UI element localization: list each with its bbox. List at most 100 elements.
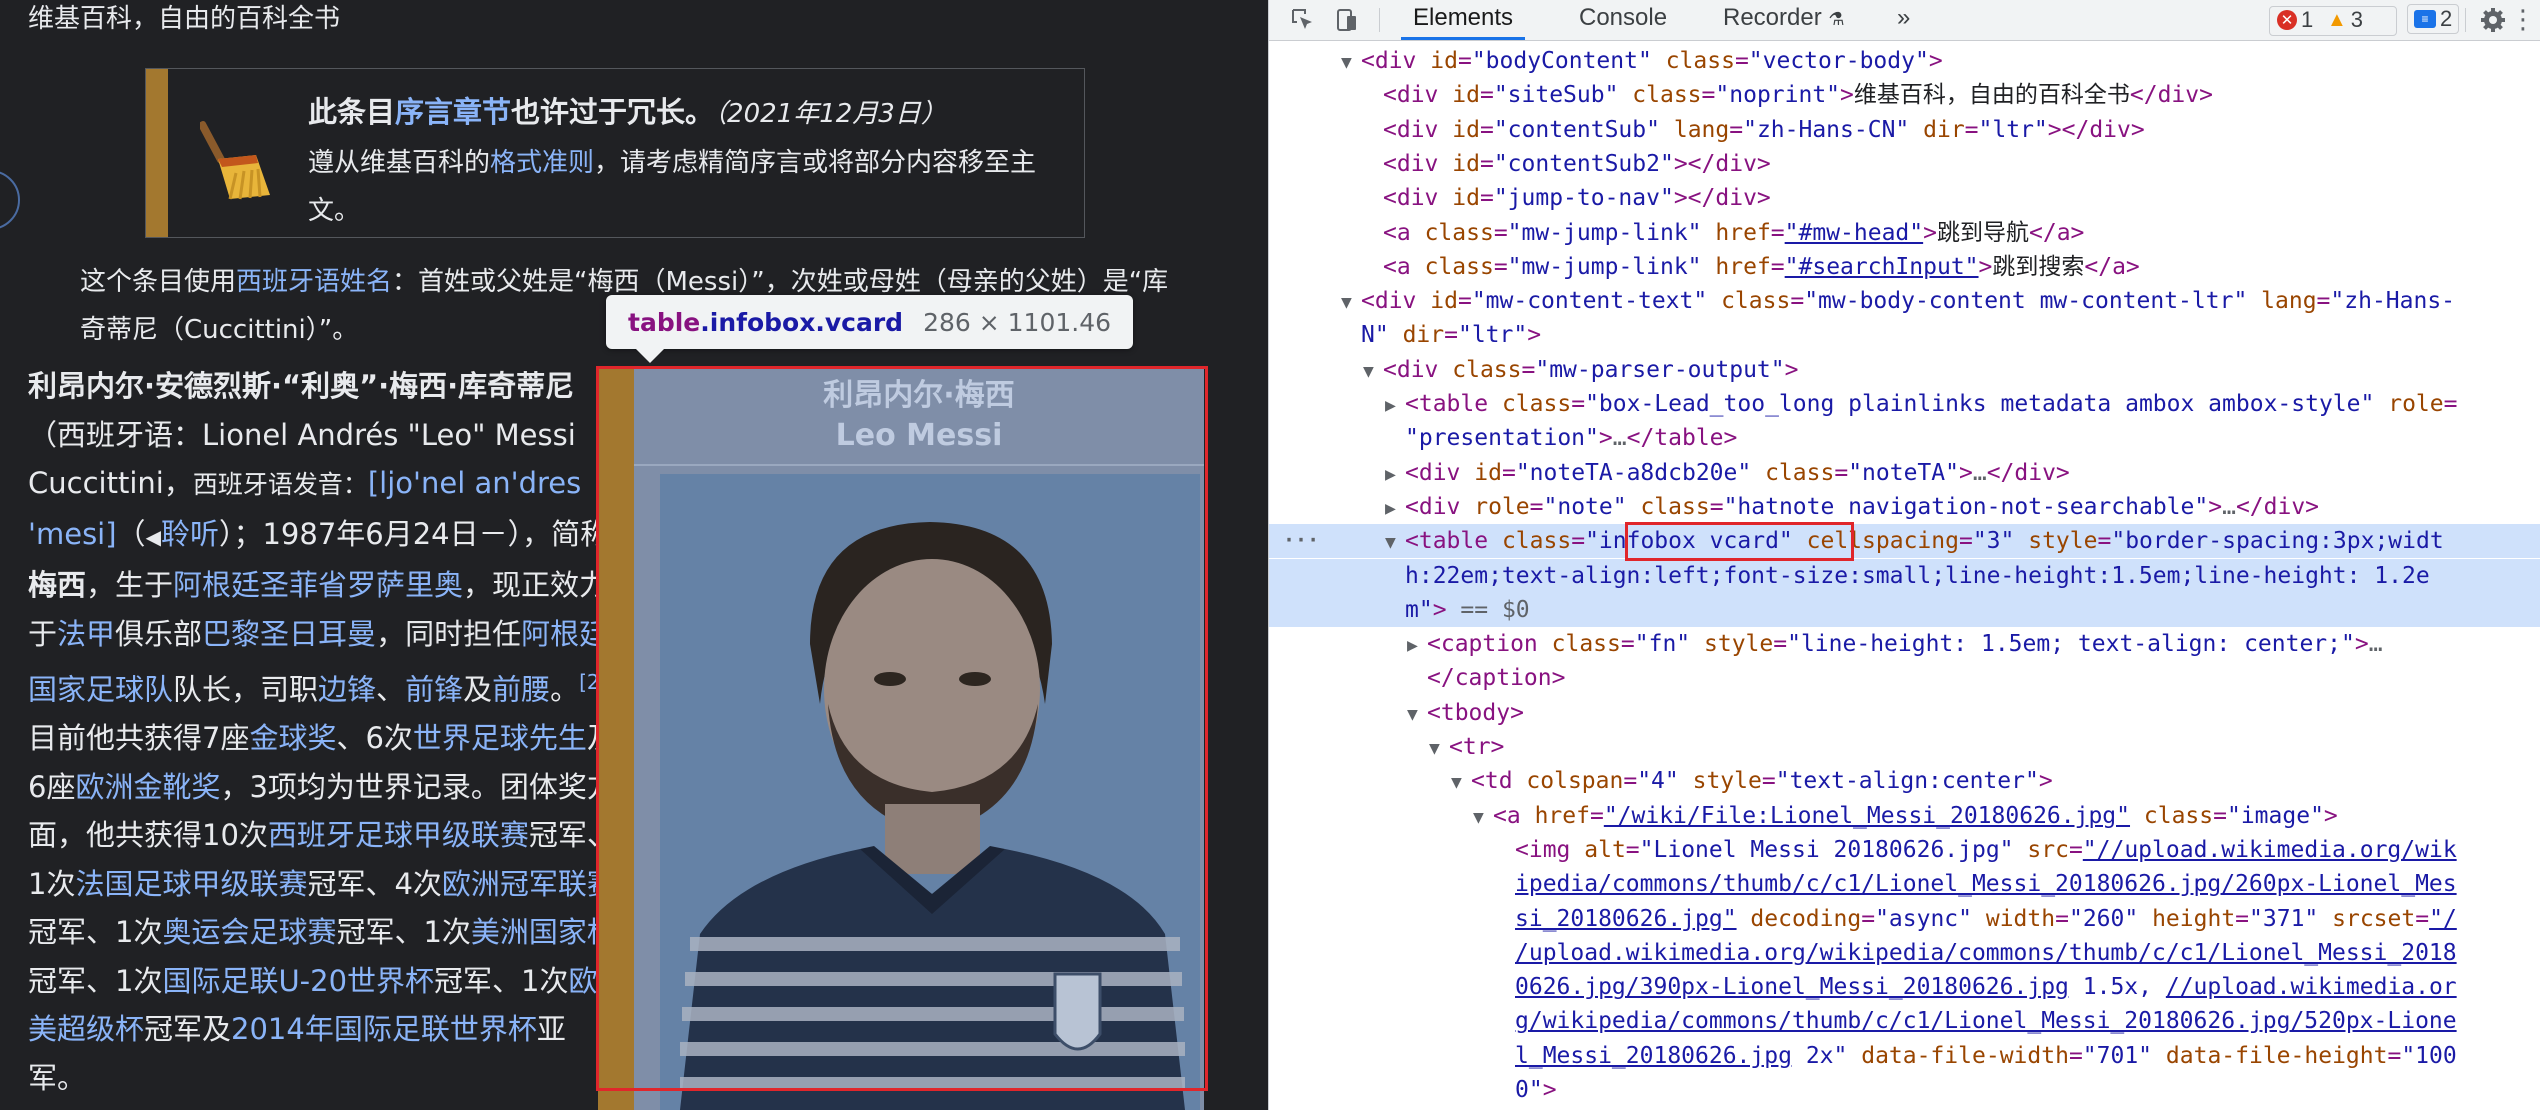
expand-arrow-icon[interactable]: ▶ <box>1385 458 1405 492</box>
dom-node-markup: <div role="note" class="hatnote navigati… <box>1405 493 2320 520</box>
ballon-dor-link[interactable]: 金球奖 <box>249 721 336 755</box>
dom-node-markup: 0626.jpg/390px-Lionel_Messi_20180626.jpg… <box>1515 974 2457 1001</box>
dom-node-row[interactable]: <div id="contentSub" lang="zh-Hans-CN" d… <box>1269 113 2540 147</box>
inspect-element-icon[interactable] <box>1287 4 1319 36</box>
dom-node-row[interactable]: l_Messi_20180626.jpg 2x" data-file-width… <box>1269 1039 2540 1073</box>
tab-elements[interactable]: Elements <box>1401 0 1526 40</box>
lead-text: 冠军、4次 <box>307 866 442 901</box>
dom-node-row[interactable]: "presentation">…</table> <box>1269 421 2540 455</box>
dom-tree[interactable]: ▼ <div id="bodyContent" class="vector-bod… <box>1269 40 2540 1110</box>
dom-node-row[interactable]: ▶ <div id="noteTA-a8dcb20e" class="noteTA… <box>1269 456 2540 490</box>
dom-node-markup: <caption class="fn" style="line-height: … <box>1427 631 2383 658</box>
collapse-arrow-icon[interactable]: ▼ <box>1451 766 1471 800</box>
dom-node-row[interactable]: <img alt="Lionel Messi 20180626.jpg" src… <box>1269 833 2540 867</box>
dom-node-markup: 0"> <box>1515 1077 1557 1103</box>
dom-node-markup: <tbody> <box>1427 699 1524 726</box>
dom-node-row[interactable]: /upload.wikimedia.org/wikipedia/commons/… <box>1269 936 2540 970</box>
style-guide-link[interactable]: 格式准则 <box>490 148 594 178</box>
dom-node-row[interactable]: ▼ <tbody> <box>1269 696 2540 730</box>
devtools-panel: Elements Console Recorder ⚗ » ✕ 1 ▲ 3 ≡ 2 ⋮… <box>1268 0 2540 1110</box>
tab-recorder[interactable]: Recorder ⚗ <box>1723 0 1845 40</box>
dom-node-row[interactable]: si_20180626.jpg" decoding="async" width=… <box>1269 902 2540 936</box>
forward-link[interactable]: 前锋 <box>405 673 463 707</box>
collapse-arrow-icon[interactable]: ▼ <box>1429 732 1449 766</box>
notice-title-text-2: 也许过于冗长。 <box>511 95 715 129</box>
dom-node-row[interactable]: ▼ <div class="mw-parser-output"> <box>1269 353 2540 387</box>
dom-node-row[interactable]: ▼ <div id="bodyContent" class="vector-bod… <box>1269 44 2540 78</box>
attacking-midfielder-link[interactable]: 前腰 <box>492 673 550 707</box>
expand-arrow-icon[interactable]: ▶ <box>1385 389 1405 423</box>
expand-arrow-icon[interactable]: ▶ <box>1407 629 1427 663</box>
dom-node-markup: <table class="infobox vcard" cellspacing… <box>1405 528 2444 555</box>
listen-link[interactable]: 聆听 <box>161 517 219 551</box>
dom-node-row[interactable]: ▶ <caption class="fn" style="line-height:… <box>1269 627 2540 661</box>
issues-icon: ≡ <box>2414 10 2436 28</box>
dom-node-markup: <div id="mw-content-text" class="mw-body… <box>1361 288 2456 315</box>
dom-node-row[interactable]: <a class="mw-jump-link" href="#searchInp… <box>1269 250 2540 284</box>
dom-node-row[interactable]: ▼ <a href="/wiki/File:Lionel_Messi_201806… <box>1269 799 2540 833</box>
world-player-link[interactable]: 世界足球先生 <box>413 721 587 755</box>
more-options-icon[interactable]: ⋮ <box>2509 4 2537 36</box>
collapse-arrow-icon[interactable]: ▼ <box>1341 46 1361 80</box>
issues-badge[interactable]: ≡ 2 <box>2407 4 2460 34</box>
settings-gear-icon[interactable] <box>2477 4 2509 36</box>
more-tabs-button[interactable]: » <box>1897 0 1910 40</box>
hatnote-text: 这个条目使用 <box>80 267 237 297</box>
collapse-arrow-icon[interactable]: ▼ <box>1407 698 1427 732</box>
lead-text: 冠军及 <box>144 1012 232 1047</box>
dom-node-row-selected[interactable]: m"> == $0 <box>1269 592 2540 627</box>
dom-node-row[interactable]: ▼ <div id="mw-content-text" class="mw-bod… <box>1269 284 2540 318</box>
ligue1-link[interactable]: 法甲 <box>57 617 115 651</box>
device-toolbar-icon[interactable] <box>1331 4 1363 36</box>
golden-shoe-link[interactable]: 欧洲金靴奖 <box>75 770 220 804</box>
dom-node-row[interactable]: ▼ <tr> <box>1269 730 2540 764</box>
la-liga-link[interactable]: 西班牙足球甲级联赛 <box>268 818 529 852</box>
dom-node-markup: <tr> <box>1449 734 1505 760</box>
expand-arrow-icon[interactable]: ▶ <box>1385 492 1405 526</box>
node-actions-icon[interactable]: ··· <box>1283 528 1319 552</box>
dom-node-row-selected[interactable]: ▼ <table class="infobox vcard" cellspacin… <box>1269 524 2540 560</box>
lead-text: 冠军、1次 <box>28 915 163 950</box>
dom-node-row[interactable]: <div id="contentSub2"></div> <box>1269 147 2540 181</box>
collapse-arrow-icon[interactable]: ▼ <box>1385 526 1405 560</box>
dom-node-row[interactable]: ▶ <div role="note" class="hatnote navigat… <box>1269 490 2540 524</box>
french-league-link[interactable]: 法国足球甲级联赛 <box>75 867 307 901</box>
speaker-icon[interactable]: ◀ <box>146 525 161 549</box>
dom-node-markup: "presentation">…</table> <box>1405 425 1738 452</box>
olympics-link[interactable]: 奥运会足球赛 <box>162 915 336 949</box>
lead-text: ）；1987年6月24日－），简称 <box>218 516 610 551</box>
champions-league-link[interactable]: 欧洲冠军联赛 <box>442 867 616 901</box>
dom-node-row[interactable]: <div id="siteSub" class="noprint">维基百科，自… <box>1269 78 2540 112</box>
lead-text: 冠军、1次 <box>434 963 569 998</box>
winger-link[interactable]: 边锋 <box>318 673 376 707</box>
dom-node-markup: <div id="contentSub2"></div> <box>1383 150 1771 177</box>
dom-node-row[interactable]: ▼ <td colspan="4" style="text-align:cente… <box>1269 764 2540 798</box>
dom-node-row[interactable]: ipedia/commons/thumb/c/c1/Lionel_Messi_2… <box>1269 867 2540 901</box>
dom-node-row[interactable]: <a class="mw-jump-link" href="#mw-head">… <box>1269 216 2540 250</box>
world-cup-2014-link[interactable]: 2014年国际足联世界杯 <box>231 1012 537 1046</box>
psg-link[interactable]: 巴黎圣日耳曼 <box>202 617 376 651</box>
u20-world-cup-link[interactable]: 国际足联U-20世界杯 <box>162 964 434 998</box>
rosario-link[interactable]: 阿根廷圣菲省罗萨里奥 <box>173 568 463 602</box>
collapse-arrow-icon[interactable]: ▼ <box>1341 286 1361 320</box>
notice-body: 遵从维基百科的格式准则，请考虑精简序言或将部分内容移至主文。 <box>308 139 1068 235</box>
issues-count: 2 <box>2440 6 2453 31</box>
lead-text: 冠军、1次 <box>28 963 163 998</box>
dom-node-row-selected[interactable]: h:22em;text-align:left;font-size:small;l… <box>1269 558 2540 593</box>
dom-node-row[interactable]: 0626.jpg/390px-Lionel_Messi_20180626.jpg… <box>1269 970 2540 1004</box>
lead-section-link[interactable]: 序言章节 <box>395 95 511 129</box>
dom-node-row[interactable]: <div id="jump-to-nav"></div> <box>1269 181 2540 215</box>
collapse-arrow-icon[interactable]: ▼ <box>1473 801 1493 835</box>
tab-console[interactable]: Console <box>1579 0 1667 40</box>
dom-node-row[interactable]: ▶ <table class="box-Lead_too_long plainli… <box>1269 387 2540 421</box>
dom-node-row[interactable]: </caption> <box>1269 661 2540 695</box>
dom-node-row[interactable]: N" dir="ltr"> <box>1269 318 2540 352</box>
collapse-arrow-icon[interactable]: ▼ <box>1363 355 1383 389</box>
scroll-edge-indicator[interactable] <box>0 170 20 230</box>
dom-node-row[interactable]: g/wikipedia/commons/thumb/c/c1/Lionel_Me… <box>1269 1004 2540 1038</box>
spanish-name-link[interactable]: 西班牙语姓名 <box>236 267 392 297</box>
dom-node-row[interactable]: 0"> <box>1269 1073 2540 1107</box>
class-annotation-box <box>1625 522 1854 561</box>
copa-america-link[interactable]: 美洲国家杯 <box>471 915 616 949</box>
dom-node-markup: <div id="siteSub" class="noprint">维基百科，自… <box>1383 82 2213 109</box>
